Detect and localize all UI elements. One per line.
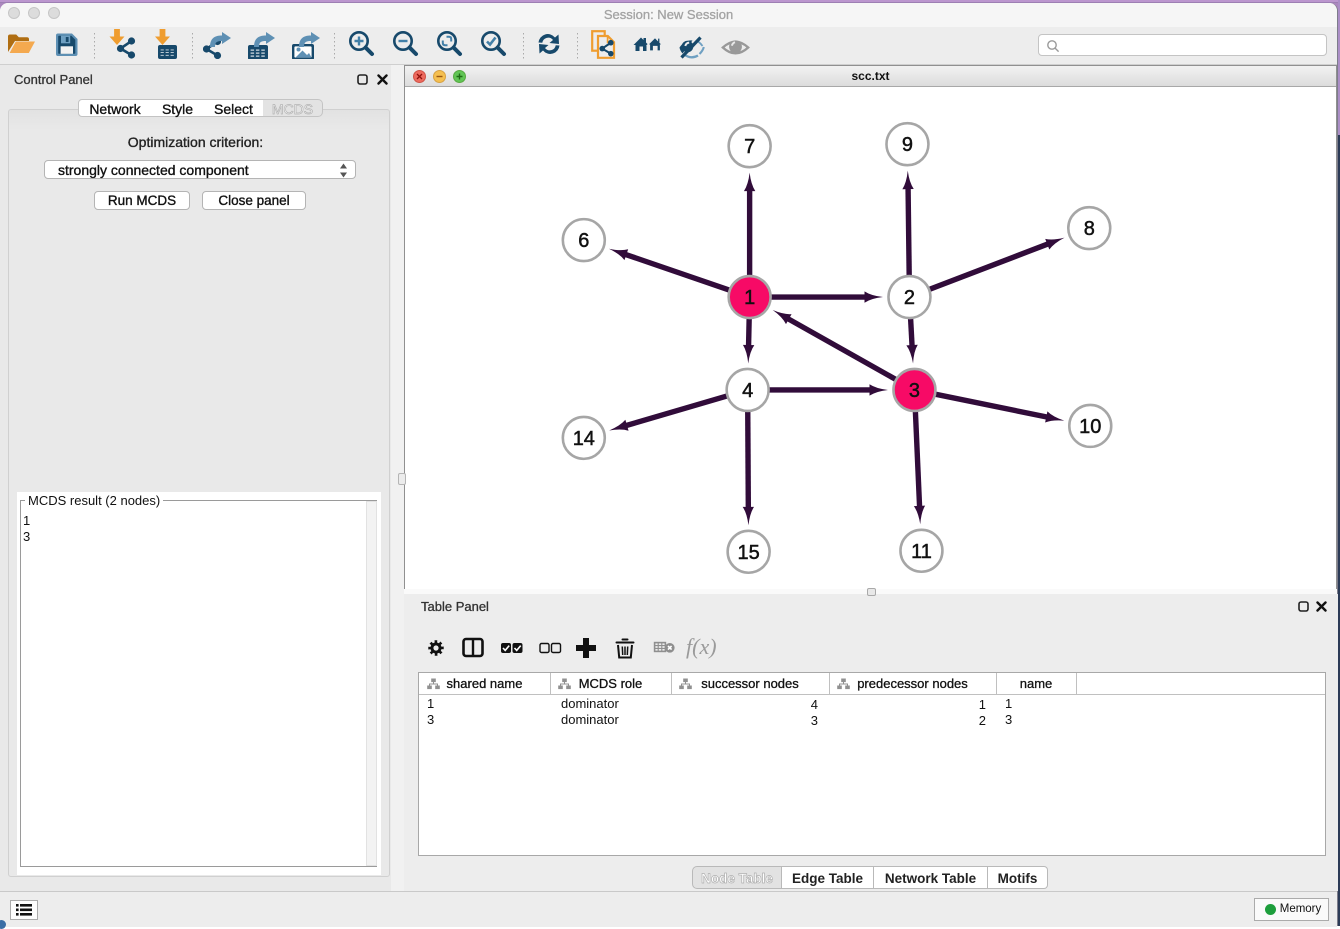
- svg-text:11: 11: [911, 541, 932, 563]
- svg-text:10: 10: [1079, 416, 1101, 438]
- svg-text:14: 14: [573, 428, 595, 450]
- svg-text:6: 6: [578, 230, 589, 252]
- svg-text:7: 7: [744, 136, 755, 158]
- svg-text:9: 9: [902, 134, 913, 156]
- svg-text:4: 4: [742, 380, 753, 402]
- svg-text:1: 1: [744, 287, 755, 309]
- svg-text:2: 2: [904, 287, 915, 309]
- svg-text:3: 3: [909, 380, 920, 402]
- svg-text:8: 8: [1084, 218, 1095, 240]
- svg-text:15: 15: [738, 542, 760, 564]
